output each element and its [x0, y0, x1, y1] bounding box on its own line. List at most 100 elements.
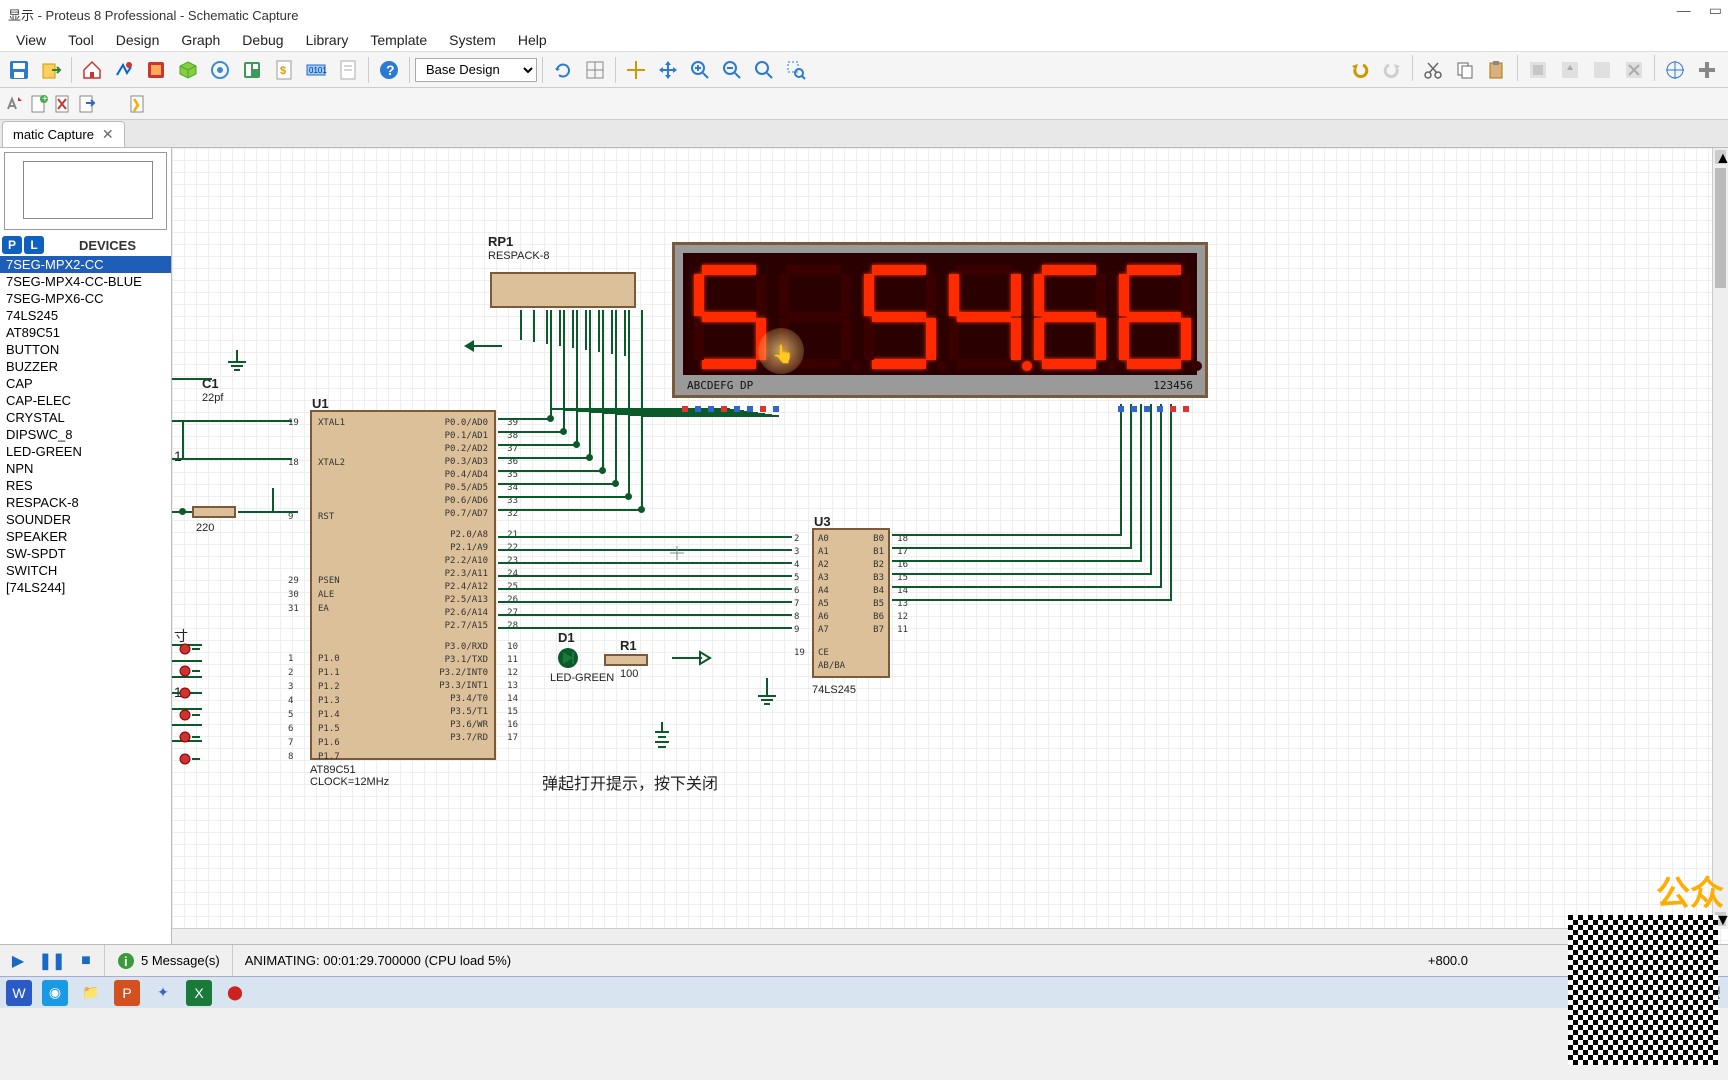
- block-copy-icon[interactable]: [1523, 55, 1553, 85]
- device-item[interactable]: 7SEG-MPX4-CC-BLUE: [0, 273, 171, 290]
- menu-tool[interactable]: Tool: [58, 30, 104, 50]
- switch[interactable]: [596, 714, 610, 734]
- property-icon[interactable]: [1692, 55, 1722, 85]
- schematic-canvas[interactable]: ABCDEFG DP 123456 👆 RP1 RESPACK-8 C1 22p…: [172, 148, 1728, 944]
- taskbar-proteus-icon[interactable]: ✦: [150, 980, 176, 1006]
- taskbar-record-icon[interactable]: ⬤: [222, 980, 248, 1006]
- device-item[interactable]: RES: [0, 477, 171, 494]
- menu-graph[interactable]: Graph: [171, 30, 230, 50]
- autoname-icon[interactable]: [4, 93, 26, 115]
- push-button[interactable]: [178, 686, 200, 700]
- r-rst-body[interactable]: [192, 506, 236, 518]
- r1-body[interactable]: [604, 654, 648, 666]
- redo-icon[interactable]: [1377, 55, 1407, 85]
- device-item[interactable]: SPEAKER: [0, 528, 171, 545]
- menu-design[interactable]: Design: [106, 30, 170, 50]
- switch[interactable]: [542, 714, 556, 734]
- push-button[interactable]: [178, 664, 200, 678]
- design-explorer-icon[interactable]: [237, 55, 267, 85]
- refresh-icon[interactable]: [548, 55, 578, 85]
- close-icon[interactable]: ✕: [102, 126, 114, 143]
- device-item[interactable]: RESPACK-8: [0, 494, 171, 511]
- 3d-icon[interactable]: [173, 55, 203, 85]
- home-icon[interactable]: [77, 55, 107, 85]
- devices-list[interactable]: 7SEG-MPX2-CC7SEG-MPX4-CC-BLUE7SEG-MPX6-C…: [0, 256, 171, 944]
- device-item[interactable]: 74LS245: [0, 307, 171, 324]
- undo-icon[interactable]: [1345, 55, 1375, 85]
- device-item[interactable]: [74LS244]: [0, 579, 171, 596]
- cut-icon[interactable]: [1418, 55, 1448, 85]
- design-selector[interactable]: Base Design: [415, 58, 537, 82]
- sim-stop-button[interactable]: ■: [72, 948, 100, 974]
- menu-system[interactable]: System: [439, 30, 506, 50]
- l-badge[interactable]: L: [24, 236, 44, 254]
- help-icon[interactable]: ?: [374, 55, 404, 85]
- taskbar-excel-icon[interactable]: X: [186, 980, 212, 1006]
- menu-help[interactable]: Help: [508, 30, 557, 50]
- device-item[interactable]: BUZZER: [0, 358, 171, 375]
- maximize-button[interactable]: ▭: [1709, 2, 1722, 19]
- hscrollbar[interactable]: [172, 928, 1712, 944]
- taskbar-ppt-icon[interactable]: P: [114, 980, 140, 1006]
- copy-icon[interactable]: [1450, 55, 1480, 85]
- taskbar-app-icon[interactable]: ◉: [42, 980, 68, 1006]
- device-item[interactable]: CAP: [0, 375, 171, 392]
- menu-library[interactable]: Library: [296, 30, 359, 50]
- device-item[interactable]: AT89C51: [0, 324, 171, 341]
- pcb-icon[interactable]: [141, 55, 171, 85]
- push-button[interactable]: [178, 752, 200, 766]
- schematic-icon[interactable]: [109, 55, 139, 85]
- device-item[interactable]: 7SEG-MPX2-CC: [0, 256, 171, 273]
- p-badge[interactable]: P: [2, 236, 22, 254]
- device-item[interactable]: SWITCH: [0, 562, 171, 579]
- device-item[interactable]: DIPSWC_8: [0, 426, 171, 443]
- origin-icon[interactable]: [621, 55, 651, 85]
- save-icon[interactable]: [4, 55, 34, 85]
- device-item[interactable]: NPN: [0, 460, 171, 477]
- gerber-icon[interactable]: [205, 55, 235, 85]
- exit-sheet-icon[interactable]: [76, 93, 98, 115]
- device-item[interactable]: BUTTON: [0, 341, 171, 358]
- device-item[interactable]: LED-GREEN: [0, 443, 171, 460]
- generate-netlist-icon[interactable]: [126, 93, 148, 115]
- delete-sheet-icon[interactable]: [52, 93, 74, 115]
- menu-view[interactable]: View: [6, 30, 56, 50]
- taskbar-word-icon[interactable]: W: [6, 980, 32, 1006]
- u3-body[interactable]: 2A03A14A25A36A47A58A69A719CEAB/BA18B017B…: [812, 528, 890, 678]
- new-sheet-icon[interactable]: +: [28, 93, 50, 115]
- menu-template[interactable]: Template: [360, 30, 437, 50]
- grid-icon[interactable]: [580, 55, 610, 85]
- pan-icon[interactable]: [653, 55, 683, 85]
- block-rotate-icon[interactable]: [1587, 55, 1617, 85]
- device-item[interactable]: SOUNDER: [0, 511, 171, 528]
- device-item[interactable]: SW-SPDT: [0, 545, 171, 562]
- device-item[interactable]: CAP-ELEC: [0, 392, 171, 409]
- led-symbol[interactable]: [556, 646, 586, 670]
- sim-play-button[interactable]: ▶: [4, 948, 32, 974]
- push-button[interactable]: [178, 642, 200, 656]
- push-button[interactable]: [178, 730, 200, 744]
- zoom-out-icon[interactable]: [717, 55, 747, 85]
- messages-status[interactable]: i 5 Message(s): [104, 945, 232, 976]
- source-icon[interactable]: 0101: [301, 55, 331, 85]
- bom-icon[interactable]: $: [269, 55, 299, 85]
- sim-pause-button[interactable]: ❚❚: [38, 948, 66, 974]
- pick-icon[interactable]: [1660, 55, 1690, 85]
- notes-icon[interactable]: [333, 55, 363, 85]
- vscrollbar[interactable]: ▲▼: [1712, 148, 1728, 928]
- rp1-body[interactable]: [490, 272, 636, 308]
- seven-seg-display[interactable]: ABCDEFG DP 123456: [672, 242, 1208, 398]
- minimize-button[interactable]: —: [1677, 2, 1691, 19]
- push-button[interactable]: [178, 708, 200, 722]
- taskbar-explorer-icon[interactable]: 📁: [78, 980, 104, 1006]
- zoom-in-icon[interactable]: [685, 55, 715, 85]
- zoom-fit-icon[interactable]: [749, 55, 779, 85]
- block-delete-icon[interactable]: [1619, 55, 1649, 85]
- block-move-icon[interactable]: [1555, 55, 1585, 85]
- zoom-area-icon[interactable]: [781, 55, 811, 85]
- paste-icon[interactable]: [1482, 55, 1512, 85]
- menu-debug[interactable]: Debug: [232, 30, 293, 50]
- switch[interactable]: [578, 714, 592, 734]
- device-item[interactable]: CRYSTAL: [0, 409, 171, 426]
- sheet-preview[interactable]: [4, 152, 167, 230]
